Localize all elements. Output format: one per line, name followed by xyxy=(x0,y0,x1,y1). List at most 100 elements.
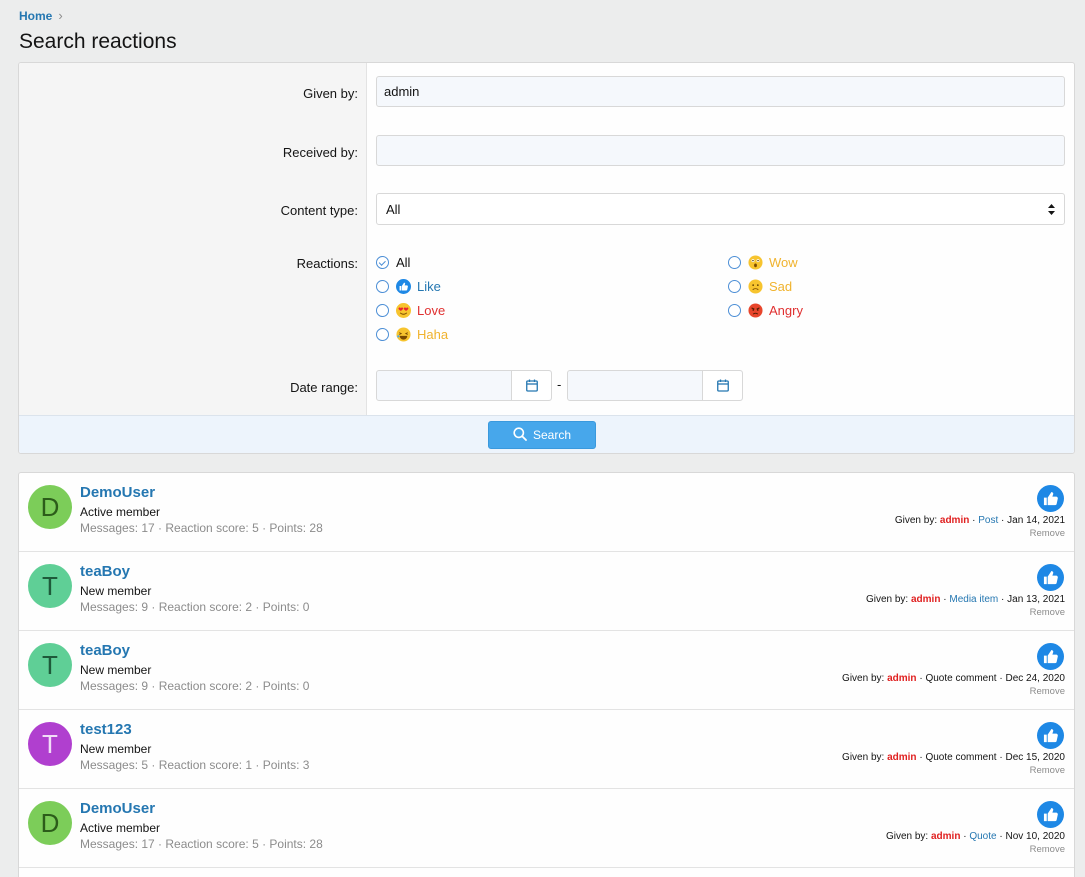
content-type-link: Quote comment xyxy=(925,673,997,684)
separator-dot: · xyxy=(999,831,1003,842)
search-icon xyxy=(513,426,527,444)
user-stats: Messages: 9 · Reaction score: 2 · Points… xyxy=(80,600,310,614)
radio-icon xyxy=(728,304,741,317)
like-reaction-icon xyxy=(1037,722,1064,749)
calendar-icon[interactable] xyxy=(511,371,551,400)
reaction-label-wow: Wow xyxy=(769,255,798,270)
radio-icon xyxy=(376,304,389,317)
given-by-line: Given by: admin · Quote comment · Dec 24… xyxy=(842,673,1065,684)
page-title: Search reactions xyxy=(19,30,177,53)
avatar[interactable]: T xyxy=(28,643,72,687)
love-icon xyxy=(396,303,411,318)
results-list: D DemoUser Active member Messages: 17 · … xyxy=(18,472,1075,877)
date-end-field[interactable] xyxy=(568,371,702,400)
given-by-user-link[interactable]: admin xyxy=(911,594,940,605)
breadcrumb-home-link[interactable]: Home xyxy=(19,9,52,23)
given-by-user-link[interactable]: admin xyxy=(887,752,916,763)
calendar-icon[interactable] xyxy=(702,371,742,400)
reaction-option-like[interactable]: Like xyxy=(376,279,441,294)
avatar[interactable]: T xyxy=(28,564,72,608)
separator-dot: · xyxy=(919,752,923,763)
content-type-link[interactable]: Quote xyxy=(969,831,996,842)
received-by-input[interactable] xyxy=(376,135,1065,166)
remove-link[interactable]: Remove xyxy=(1030,528,1065,539)
radio-icon xyxy=(376,328,389,341)
like-icon xyxy=(396,279,411,294)
given-by-line: Given by: admin · Media item · Jan 13, 2… xyxy=(866,594,1065,605)
reaction-option-wow[interactable]: Wow xyxy=(728,255,798,270)
avatar[interactable]: D xyxy=(28,485,72,529)
reaction-option-love[interactable]: Love xyxy=(376,303,445,318)
like-reaction-icon xyxy=(1037,485,1064,512)
received-by-label: Received by: xyxy=(282,145,358,160)
reaction-label-love: Love xyxy=(417,303,446,318)
user-stats: Messages: 17 · Reaction score: 5 · Point… xyxy=(80,837,323,851)
username-link[interactable]: DemoUser xyxy=(80,800,155,817)
search-button[interactable]: Search xyxy=(488,421,596,449)
reaction-date: Jan 13, 2021 xyxy=(1007,594,1065,605)
form-footer: Search xyxy=(19,415,1074,453)
breadcrumb: Home › xyxy=(19,8,63,23)
reaction-date: Dec 24, 2020 xyxy=(1005,673,1066,684)
given-by-label: Given by: xyxy=(303,86,358,101)
remove-link[interactable]: Remove xyxy=(1030,686,1065,697)
user-title: New member xyxy=(80,663,152,677)
avatar-initial: T xyxy=(42,649,58,680)
reaction-date: Nov 10, 2020 xyxy=(1005,831,1066,842)
form-label-column xyxy=(19,63,367,415)
avatar[interactable]: D xyxy=(28,801,72,845)
given-by-prefix: Given by: xyxy=(894,515,938,526)
username-link[interactable]: DemoUser xyxy=(80,484,155,501)
given-by-user-link[interactable]: admin xyxy=(931,831,960,842)
username-link[interactable]: test123 xyxy=(80,721,132,738)
given-by-prefix: Given by: xyxy=(865,594,909,605)
search-form: Given by: Received by: Content type: All… xyxy=(18,62,1075,454)
separator-dot: · xyxy=(999,673,1003,684)
remove-link[interactable]: Remove xyxy=(1030,844,1065,855)
remove-link[interactable]: Remove xyxy=(1030,765,1065,776)
content-type-select[interactable]: All xyxy=(376,193,1065,225)
given-by-user-link[interactable]: admin xyxy=(940,515,969,526)
separator-dot: · xyxy=(1001,594,1005,605)
date-start-field[interactable] xyxy=(377,371,511,400)
given-by-user-link[interactable]: admin xyxy=(887,673,916,684)
given-by-line: Given by: admin · Quote comment · Dec 15… xyxy=(842,752,1065,763)
user-title: New member xyxy=(80,742,152,756)
reaction-label-sad: Sad xyxy=(769,279,793,294)
result-row: D DemoUser Active member Messages: 17 · … xyxy=(19,789,1074,868)
result-row: T test123 New member Messages: 5 · React… xyxy=(19,710,1074,789)
given-by-line: Given by: admin · Quote · Nov 10, 2020 xyxy=(886,831,1065,842)
content-type-link[interactable]: Media item xyxy=(949,594,998,605)
reaction-date: Jan 14, 2021 xyxy=(1007,515,1065,526)
username-link[interactable]: teaBoy xyxy=(80,642,130,659)
given-by-prefix: Given by: xyxy=(842,752,885,763)
reaction-label-haha: Haha xyxy=(417,327,449,342)
user-stats: Messages: 9 · Reaction score: 2 · Points… xyxy=(80,679,310,693)
haha-icon xyxy=(396,327,411,342)
date-end-input[interactable] xyxy=(567,370,743,401)
sad-icon xyxy=(748,279,763,294)
remove-link[interactable]: Remove xyxy=(1030,607,1065,618)
reaction-option-angry[interactable]: Angry xyxy=(728,303,803,318)
like-reaction-icon xyxy=(1037,801,1064,828)
reaction-option-all[interactable]: All xyxy=(376,255,410,270)
radio-checked-icon xyxy=(376,256,389,269)
date-start-input[interactable] xyxy=(376,370,552,401)
content-type-label: Content type: xyxy=(280,203,358,218)
avatar-initial: D xyxy=(40,807,60,838)
avatar[interactable]: T xyxy=(28,722,72,766)
result-row: D DemoUser Active member Messages: 17 · … xyxy=(19,473,1074,552)
separator-dot: · xyxy=(999,752,1003,763)
content-type-link[interactable]: Post xyxy=(978,515,998,526)
avatar-initial: D xyxy=(40,491,60,522)
user-title: Active member xyxy=(80,505,161,519)
reaction-label-like: Like xyxy=(417,279,441,294)
radio-icon xyxy=(728,280,741,293)
given-by-input[interactable] xyxy=(376,76,1065,107)
reaction-date: Dec 15, 2020 xyxy=(1005,752,1066,763)
date-range-label: Date range: xyxy=(290,380,358,395)
separator-dot: · xyxy=(919,673,923,684)
reaction-option-haha[interactable]: Haha xyxy=(376,327,448,342)
username-link[interactable]: teaBoy xyxy=(80,563,130,580)
reaction-option-sad[interactable]: Sad xyxy=(728,279,792,294)
